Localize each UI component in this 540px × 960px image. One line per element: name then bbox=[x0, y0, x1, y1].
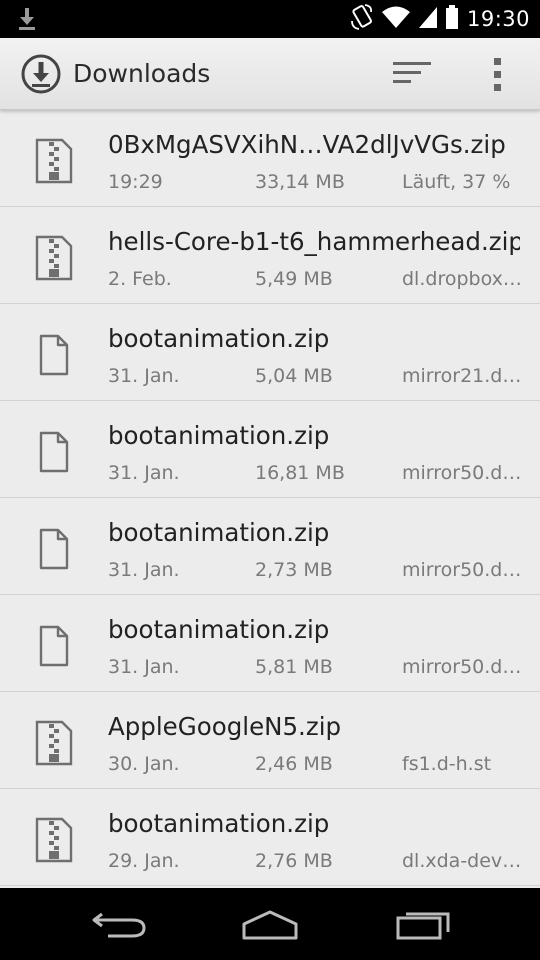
file-name: 0BxMgASVXihN…VA2dlJvVGs.zip bbox=[108, 130, 506, 159]
navigation-bar bbox=[0, 888, 540, 960]
recent-apps-icon[interactable] bbox=[392, 906, 456, 946]
download-source: mirror50.do… bbox=[402, 462, 528, 484]
signal-icon bbox=[417, 4, 439, 34]
download-date: 19:29 bbox=[108, 171, 163, 193]
file-icon bbox=[32, 332, 74, 378]
overflow-menu-icon[interactable] bbox=[480, 54, 516, 94]
wifi-icon bbox=[381, 4, 411, 34]
download-source: Läuft, 37 % bbox=[402, 171, 511, 193]
file-name: bootanimation.zip bbox=[108, 809, 330, 838]
file-name: bootanimation.zip bbox=[108, 615, 330, 644]
file-size: 16,81 MB bbox=[255, 462, 345, 484]
battery-icon bbox=[445, 4, 459, 34]
download-item[interactable]: 0BxMgASVXihN…VA2dlJvVGs.zip 19:29 33,14 … bbox=[0, 110, 540, 207]
download-date: 29. Jan. bbox=[108, 850, 180, 872]
file-name: bootanimation.zip bbox=[108, 518, 330, 547]
file-name: bootanimation.zip bbox=[108, 421, 330, 450]
download-item[interactable]: bootanimation.zip 31. Jan. 5,81 MB mirro… bbox=[0, 595, 540, 692]
zip-file-icon bbox=[32, 138, 74, 184]
file-size: 33,14 MB bbox=[255, 171, 345, 193]
download-date: 31. Jan. bbox=[108, 559, 180, 581]
download-date: 31. Jan. bbox=[108, 656, 180, 678]
download-notification-icon[interactable] bbox=[14, 6, 40, 36]
zip-file-icon bbox=[32, 817, 74, 863]
page-title: Downloads bbox=[73, 59, 211, 88]
download-item[interactable]: hells-Core-b1-t6_hammerhead.zip 2. Feb. … bbox=[0, 207, 540, 304]
file-icon bbox=[32, 429, 74, 475]
file-size: 2,76 MB bbox=[255, 850, 333, 872]
download-date: 31. Jan. bbox=[108, 462, 180, 484]
file-name: hells-Core-b1-t6_hammerhead.zip bbox=[108, 227, 520, 256]
file-name: bootanimation.zip bbox=[108, 324, 330, 353]
download-item[interactable]: AppleGoogleN5.zip 30. Jan. 2,46 MB fs1.d… bbox=[0, 692, 540, 789]
zip-file-icon bbox=[32, 235, 74, 281]
action-bar: Downloads bbox=[0, 38, 540, 110]
file-size: 5,49 MB bbox=[255, 268, 333, 290]
download-item[interactable]: bootanimation.zip 31. Jan. 2,73 MB mirro… bbox=[0, 498, 540, 595]
download-source: mirror21.do… bbox=[402, 365, 528, 387]
download-source: dl.dropbox… bbox=[402, 268, 522, 290]
file-icon bbox=[32, 623, 74, 669]
download-source: dl.xda-devel… bbox=[402, 850, 528, 872]
download-item[interactable]: bootanimation.zip 31. Jan. 16,81 MB mirr… bbox=[0, 401, 540, 498]
file-size: 5,04 MB bbox=[255, 365, 333, 387]
downloads-app-icon[interactable] bbox=[20, 53, 62, 95]
sort-icon[interactable] bbox=[390, 56, 434, 92]
zip-file-icon bbox=[32, 720, 74, 766]
download-date: 31. Jan. bbox=[108, 365, 180, 387]
status-icons: 19:30 bbox=[343, 0, 530, 38]
file-size: 2,73 MB bbox=[255, 559, 333, 581]
file-size: 2,46 MB bbox=[255, 753, 333, 775]
file-icon bbox=[32, 526, 74, 572]
download-source: fs1.d-h.st bbox=[402, 753, 492, 775]
status-bar: 19:30 bbox=[0, 0, 540, 38]
download-source: mirror50.do… bbox=[402, 656, 528, 678]
download-item[interactable]: bootanimation.zip 31. Jan. 5,04 MB mirro… bbox=[0, 304, 540, 401]
rotation-icon bbox=[349, 3, 375, 35]
status-time: 19:30 bbox=[466, 7, 530, 31]
download-source: mirror50.do… bbox=[402, 559, 528, 581]
file-name: AppleGoogleN5.zip bbox=[108, 712, 342, 741]
download-date: 2. Feb. bbox=[108, 268, 172, 290]
file-size: 5,81 MB bbox=[255, 656, 333, 678]
downloads-list[interactable]: 0BxMgASVXihN…VA2dlJvVGs.zip 19:29 33,14 … bbox=[0, 110, 540, 888]
download-item[interactable]: bootanimation.zip 29. Jan. 2,76 MB dl.xd… bbox=[0, 789, 540, 886]
back-icon[interactable] bbox=[88, 906, 152, 946]
home-icon[interactable] bbox=[238, 906, 302, 946]
download-date: 30. Jan. bbox=[108, 753, 180, 775]
